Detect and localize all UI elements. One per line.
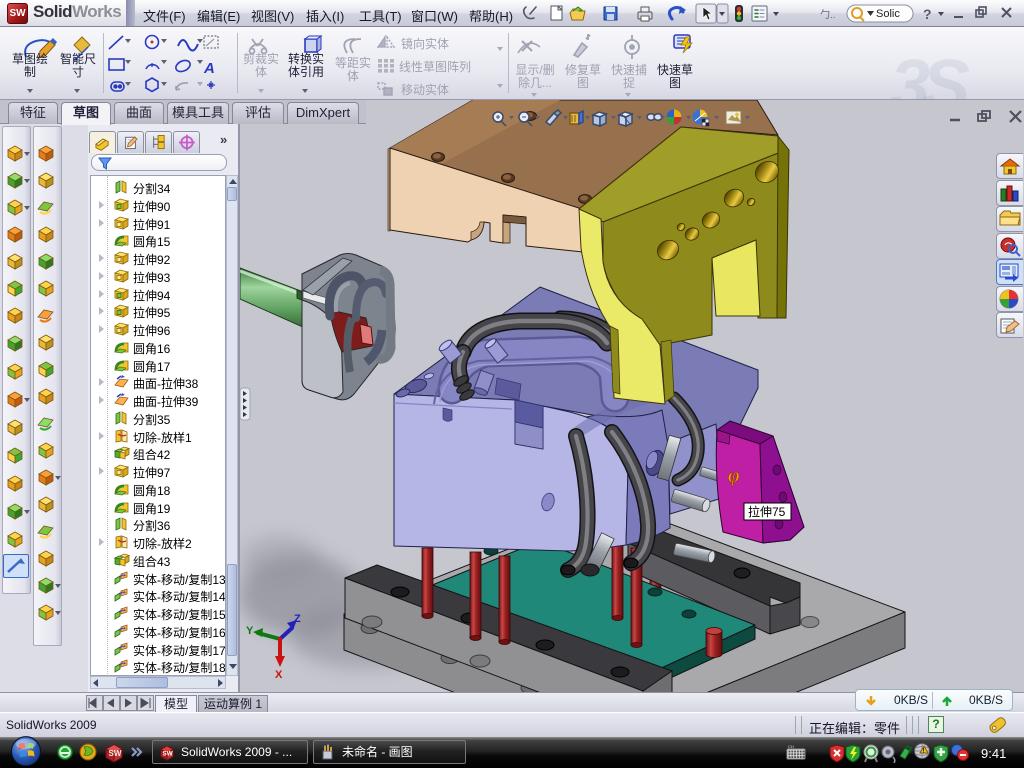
svg-text:9:41: 9:41 bbox=[981, 746, 1006, 761]
svg-text:?: ? bbox=[923, 6, 932, 22]
svg-text:φ: φ bbox=[728, 465, 740, 487]
svg-text:SW: SW bbox=[109, 749, 122, 758]
svg-text:Y: Y bbox=[246, 625, 254, 637]
svg-text:!: ! bbox=[923, 749, 925, 755]
svg-text:拉伸75: 拉伸75 bbox=[748, 504, 786, 519]
svg-text:CH: CH bbox=[788, 744, 794, 749]
svg-text:SW: SW bbox=[163, 751, 173, 758]
svg-text:X: X bbox=[275, 669, 283, 681]
svg-text:勹..: 勹.. bbox=[820, 8, 836, 21]
svg-text:A: A bbox=[203, 60, 215, 77]
svg-text:Z: Z bbox=[294, 613, 301, 625]
svg-text:Solic: Solic bbox=[876, 8, 900, 20]
